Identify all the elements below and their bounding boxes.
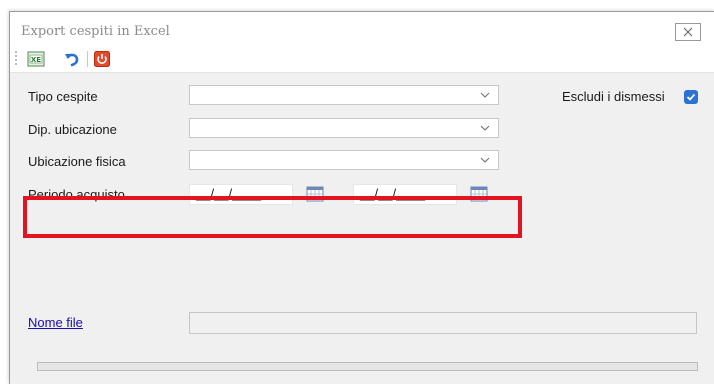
chevron-down-icon bbox=[480, 157, 490, 163]
svg-text:XE: XE bbox=[31, 56, 41, 64]
title-bar: Export cespiti in Excel bbox=[10, 12, 714, 46]
tipo-cespite-select[interactable] bbox=[189, 85, 499, 105]
highlight-box bbox=[23, 196, 522, 238]
dip-ubicazione-select[interactable] bbox=[189, 118, 499, 138]
toolbar-grip[interactable] bbox=[15, 51, 17, 67]
toolbar: XE bbox=[10, 46, 714, 73]
undo-icon bbox=[65, 53, 79, 67]
escludi-dismessi-label: Escludi i dismessi bbox=[562, 89, 665, 104]
undo-button[interactable] bbox=[62, 49, 82, 69]
nome-file-field bbox=[189, 312, 697, 334]
ubicazione-fisica-label: Ubicazione fisica bbox=[28, 154, 126, 169]
power-exit-icon bbox=[94, 51, 110, 67]
chevron-down-icon bbox=[480, 92, 490, 98]
window-title: Export cespiti in Excel bbox=[21, 24, 170, 39]
close-x-icon bbox=[683, 27, 693, 37]
nome-file-link[interactable]: Nome file bbox=[28, 315, 83, 330]
toolbar-separator bbox=[87, 51, 88, 67]
progress-bar bbox=[37, 362, 698, 371]
dip-ubicazione-label: Dip. ubicazione bbox=[28, 122, 117, 137]
close-button[interactable] bbox=[675, 23, 701, 41]
tipo-cespite-label: Tipo cespite bbox=[28, 89, 98, 104]
excel-export-icon: XE bbox=[27, 51, 45, 67]
escludi-dismessi-checkbox[interactable] bbox=[684, 90, 698, 104]
export-excel-button[interactable]: XE bbox=[26, 49, 46, 69]
export-dialog: Export cespiti in Excel XE Tipo cespite … bbox=[9, 11, 714, 384]
checkmark-icon bbox=[686, 93, 696, 101]
chevron-down-icon bbox=[480, 125, 490, 131]
ubicazione-fisica-select[interactable] bbox=[189, 150, 499, 170]
exit-button[interactable] bbox=[92, 49, 112, 69]
